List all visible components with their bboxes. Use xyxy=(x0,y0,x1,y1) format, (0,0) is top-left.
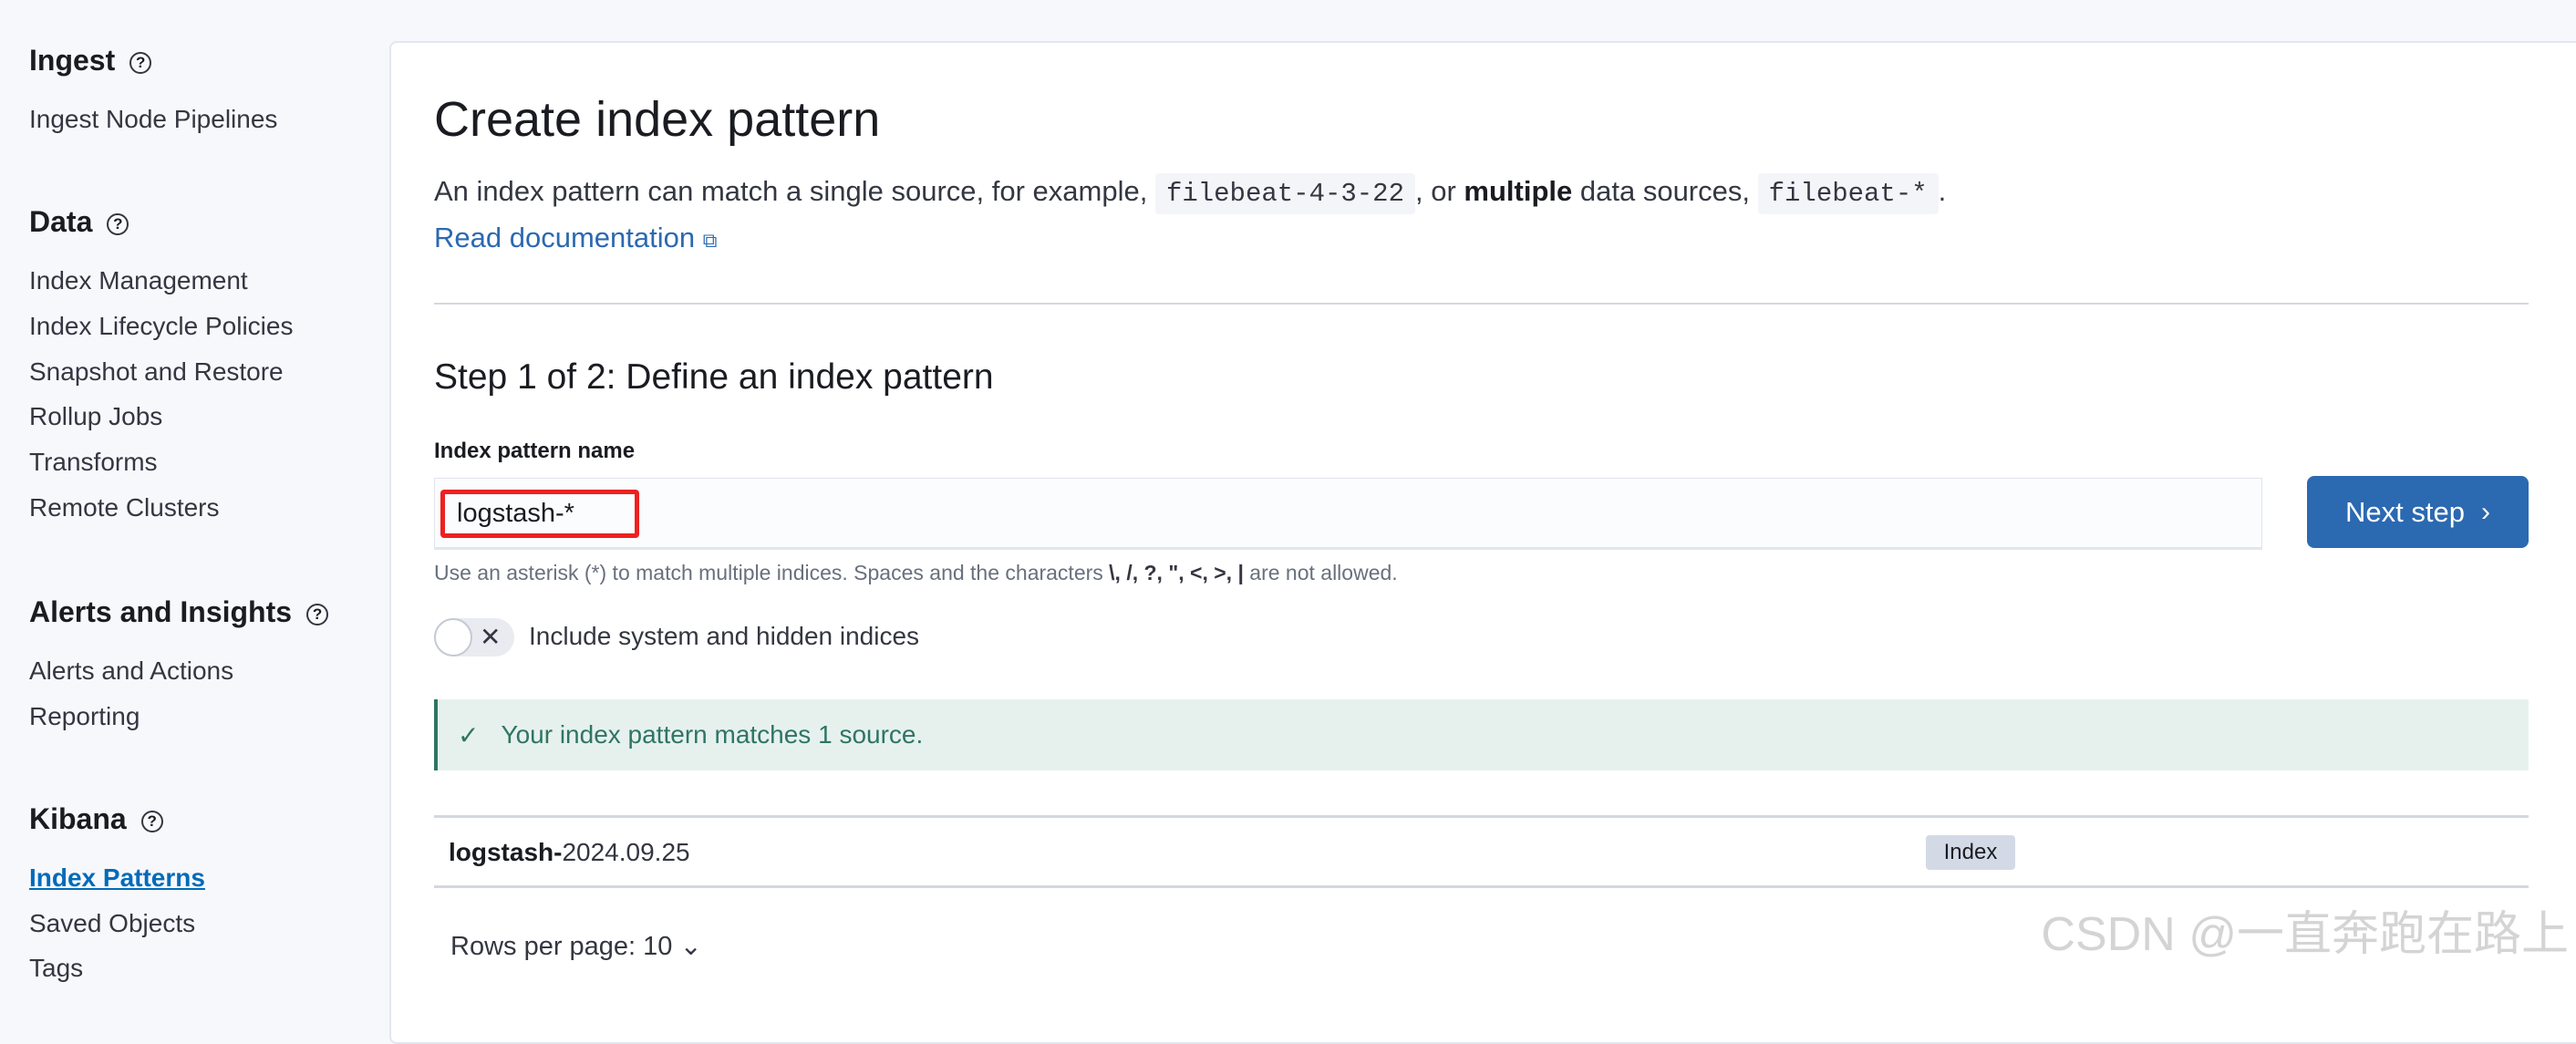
include-hidden-toggle[interactable]: ✕ xyxy=(434,618,514,656)
sidebar-item-index-management[interactable]: Index Management xyxy=(29,266,248,295)
question-circle-icon[interactable]: ? xyxy=(306,603,329,625)
sidebar-item-index-patterns[interactable]: Index Patterns xyxy=(29,863,205,893)
sidebar-item-tags[interactable]: Tags xyxy=(29,954,83,983)
next-step-button[interactable]: Next step › xyxy=(2307,476,2529,548)
table-row: logstash-2024.09.25 xyxy=(449,838,690,866)
sidebar-item-rollup-jobs[interactable]: Rollup Jobs xyxy=(29,402,162,431)
divider xyxy=(434,303,2529,305)
table-bottom-border xyxy=(434,885,2529,888)
question-circle-icon[interactable]: ? xyxy=(140,810,163,832)
sidebar-header-kibana: Kibana? xyxy=(29,802,163,836)
sidebar-item-index-lifecycle-policies[interactable]: Index Lifecycle Policies xyxy=(29,312,293,341)
toggle-label: Include system and hidden indices xyxy=(529,622,920,650)
page-title: Create index pattern xyxy=(434,92,881,147)
sidebar-item-alerts-and-actions[interactable]: Alerts and Actions xyxy=(29,656,233,686)
match-callout: ✓ Your index pattern matches 1 source. xyxy=(434,699,2529,770)
cross-icon: ✕ xyxy=(480,623,502,651)
watermark: CSDN @一直奔跑在路上 xyxy=(2041,908,2569,961)
field-label: Index pattern name xyxy=(434,439,636,463)
table-top-border xyxy=(434,815,2529,818)
step-title: Step 1 of 2: Define an index pattern xyxy=(434,357,994,397)
toggle-knob xyxy=(434,618,472,656)
sidebar-item-saved-objects[interactable]: Saved Objects xyxy=(29,909,195,938)
sidebar-item-remote-clusters[interactable]: Remote Clusters xyxy=(29,493,220,522)
sidebar-header-data: Data? xyxy=(29,205,129,239)
help-text: Use an asterisk (*) to match multiple in… xyxy=(434,561,1398,584)
example-code-single: filebeat-4-3-22 xyxy=(1154,173,1415,214)
question-circle-icon[interactable]: ? xyxy=(107,212,129,235)
external-link-icon: ⧉ xyxy=(702,229,718,252)
sidebar-item-transforms[interactable]: Transforms xyxy=(29,448,158,477)
check-icon: ✓ xyxy=(458,720,480,749)
sidebar-header-alerts-and-insights: Alerts and Insights? xyxy=(29,595,329,629)
type-badge: Index xyxy=(1926,835,2015,870)
sidebar-item-snapshot-and-restore[interactable]: Snapshot and Restore xyxy=(29,357,284,387)
chevron-down-icon: ⌄ xyxy=(679,932,702,961)
sidebar-item-reporting[interactable]: Reporting xyxy=(29,702,140,731)
read-documentation-link[interactable]: Read documentation ⧉ xyxy=(434,222,717,254)
sidebar-header-ingest: Ingest? xyxy=(29,44,152,78)
index-pattern-name-input[interactable]: logstash-* xyxy=(434,478,2262,548)
rows-per-page-select[interactable]: Rows per page: 10 ⌄ xyxy=(450,930,702,962)
chevron-right-icon: › xyxy=(2480,496,2490,527)
sidebar-item-ingest-node-pipelines[interactable]: Ingest Node Pipelines xyxy=(29,105,277,134)
question-circle-icon[interactable]: ? xyxy=(129,51,152,74)
page-description: An index pattern can match a single sour… xyxy=(434,173,1946,214)
example-code-multiple: filebeat-* xyxy=(1757,173,1939,214)
